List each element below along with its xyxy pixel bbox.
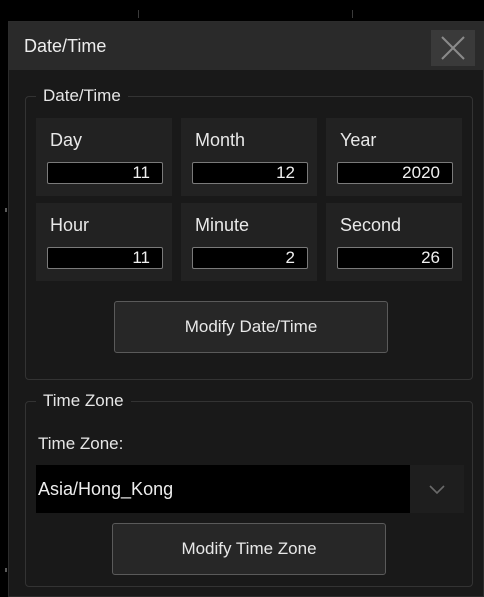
year-cell: Year 2020 [326, 118, 462, 196]
month-cell: Month 12 [181, 118, 317, 196]
second-input[interactable]: 26 [337, 247, 453, 269]
tick-mark [138, 10, 139, 18]
month-label: Month [195, 130, 246, 150]
datetime-group-legend: Date/Time [36, 86, 128, 106]
year-input[interactable]: 2020 [337, 162, 453, 184]
edge-marker [5, 208, 7, 212]
close-button[interactable] [431, 30, 475, 66]
day-input[interactable]: 11 [47, 162, 163, 184]
tick-mark [352, 10, 353, 18]
day-cell: Day 11 [36, 118, 172, 196]
second-cell: Second 26 [326, 203, 462, 281]
modify-datetime-button[interactable]: Modify Date/Time [114, 301, 388, 353]
timezone-group-legend: Time Zone [36, 391, 131, 411]
top-strip [0, 0, 484, 18]
datetime-dialog: Date/Time Date/Time Day 11 Month 12 Year… [8, 21, 484, 597]
edge-marker [5, 568, 7, 572]
hour-input[interactable]: 11 [47, 247, 163, 269]
close-icon [441, 36, 465, 60]
minute-input[interactable]: 2 [192, 247, 308, 269]
second-label: Second [340, 215, 402, 235]
timezone-select[interactable]: Asia/Hong_Kong [36, 465, 464, 513]
datetime-group: Date/Time Day 11 Month 12 Year 2020 Hour… [25, 86, 473, 380]
minute-cell: Minute 2 [181, 203, 317, 281]
hour-cell: Hour 11 [36, 203, 172, 281]
dialog-title: Date/Time [24, 36, 107, 56]
timezone-label: Time Zone: [38, 434, 124, 453]
month-input[interactable]: 12 [192, 162, 308, 184]
dialog-titlebar: Date/Time [9, 22, 483, 70]
minute-label: Minute [195, 215, 250, 235]
timezone-dropdown-button[interactable] [410, 465, 464, 513]
hour-label: Hour [50, 215, 90, 235]
day-label: Day [50, 130, 83, 150]
chevron-down-icon [429, 485, 445, 495]
year-label: Year [340, 130, 377, 150]
timezone-value: Asia/Hong_Kong [38, 479, 174, 499]
modify-timezone-button[interactable]: Modify Time Zone [112, 523, 386, 575]
